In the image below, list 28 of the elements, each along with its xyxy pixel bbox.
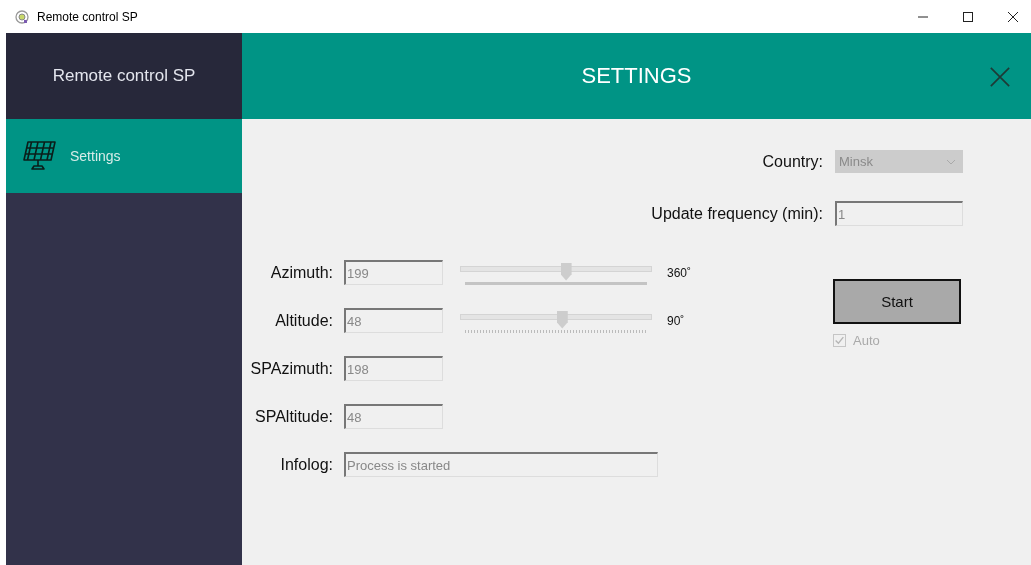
solar-panel-icon [22, 139, 58, 173]
window-title: Remote control SP [37, 9, 138, 24]
maximize-icon[interactable] [962, 10, 974, 23]
checkmark-icon [834, 335, 845, 346]
field-label: Update frequency (min): [651, 204, 823, 223]
input-field[interactable]: 48 [344, 308, 443, 333]
slider-max-label: 360˚ [667, 265, 692, 280]
input-field[interactable]: 48 [344, 404, 443, 429]
input-field[interactable]: 1 [835, 201, 963, 226]
input-field[interactable]: 199 [344, 260, 443, 285]
close-icon[interactable] [1007, 10, 1019, 23]
app-icon [15, 9, 29, 24]
page-title: SETTINGS [581, 63, 692, 89]
chevron-down-icon [946, 158, 956, 165]
field-label: Country: [762, 152, 823, 171]
input-field[interactable]: 198 [344, 356, 443, 381]
sidebar-title: Remote control SP [52, 66, 196, 86]
slider-thumb[interactable] [560, 262, 572, 281]
field-label: SPAltitude: [254, 407, 333, 426]
field-label: Azimuth: [269, 263, 333, 282]
sidebar-item[interactable]: Settings [6, 119, 242, 193]
slider-max-label: 90˚ [667, 313, 685, 328]
field-label: SPAzimuth: [249, 359, 333, 378]
start-button[interactable]: Start [833, 279, 961, 324]
field-label: Altitude: [274, 311, 333, 330]
slider-thumb[interactable] [556, 310, 568, 329]
input-field[interactable]: Process is started [344, 452, 658, 477]
field-label: Infolog: [279, 455, 333, 474]
